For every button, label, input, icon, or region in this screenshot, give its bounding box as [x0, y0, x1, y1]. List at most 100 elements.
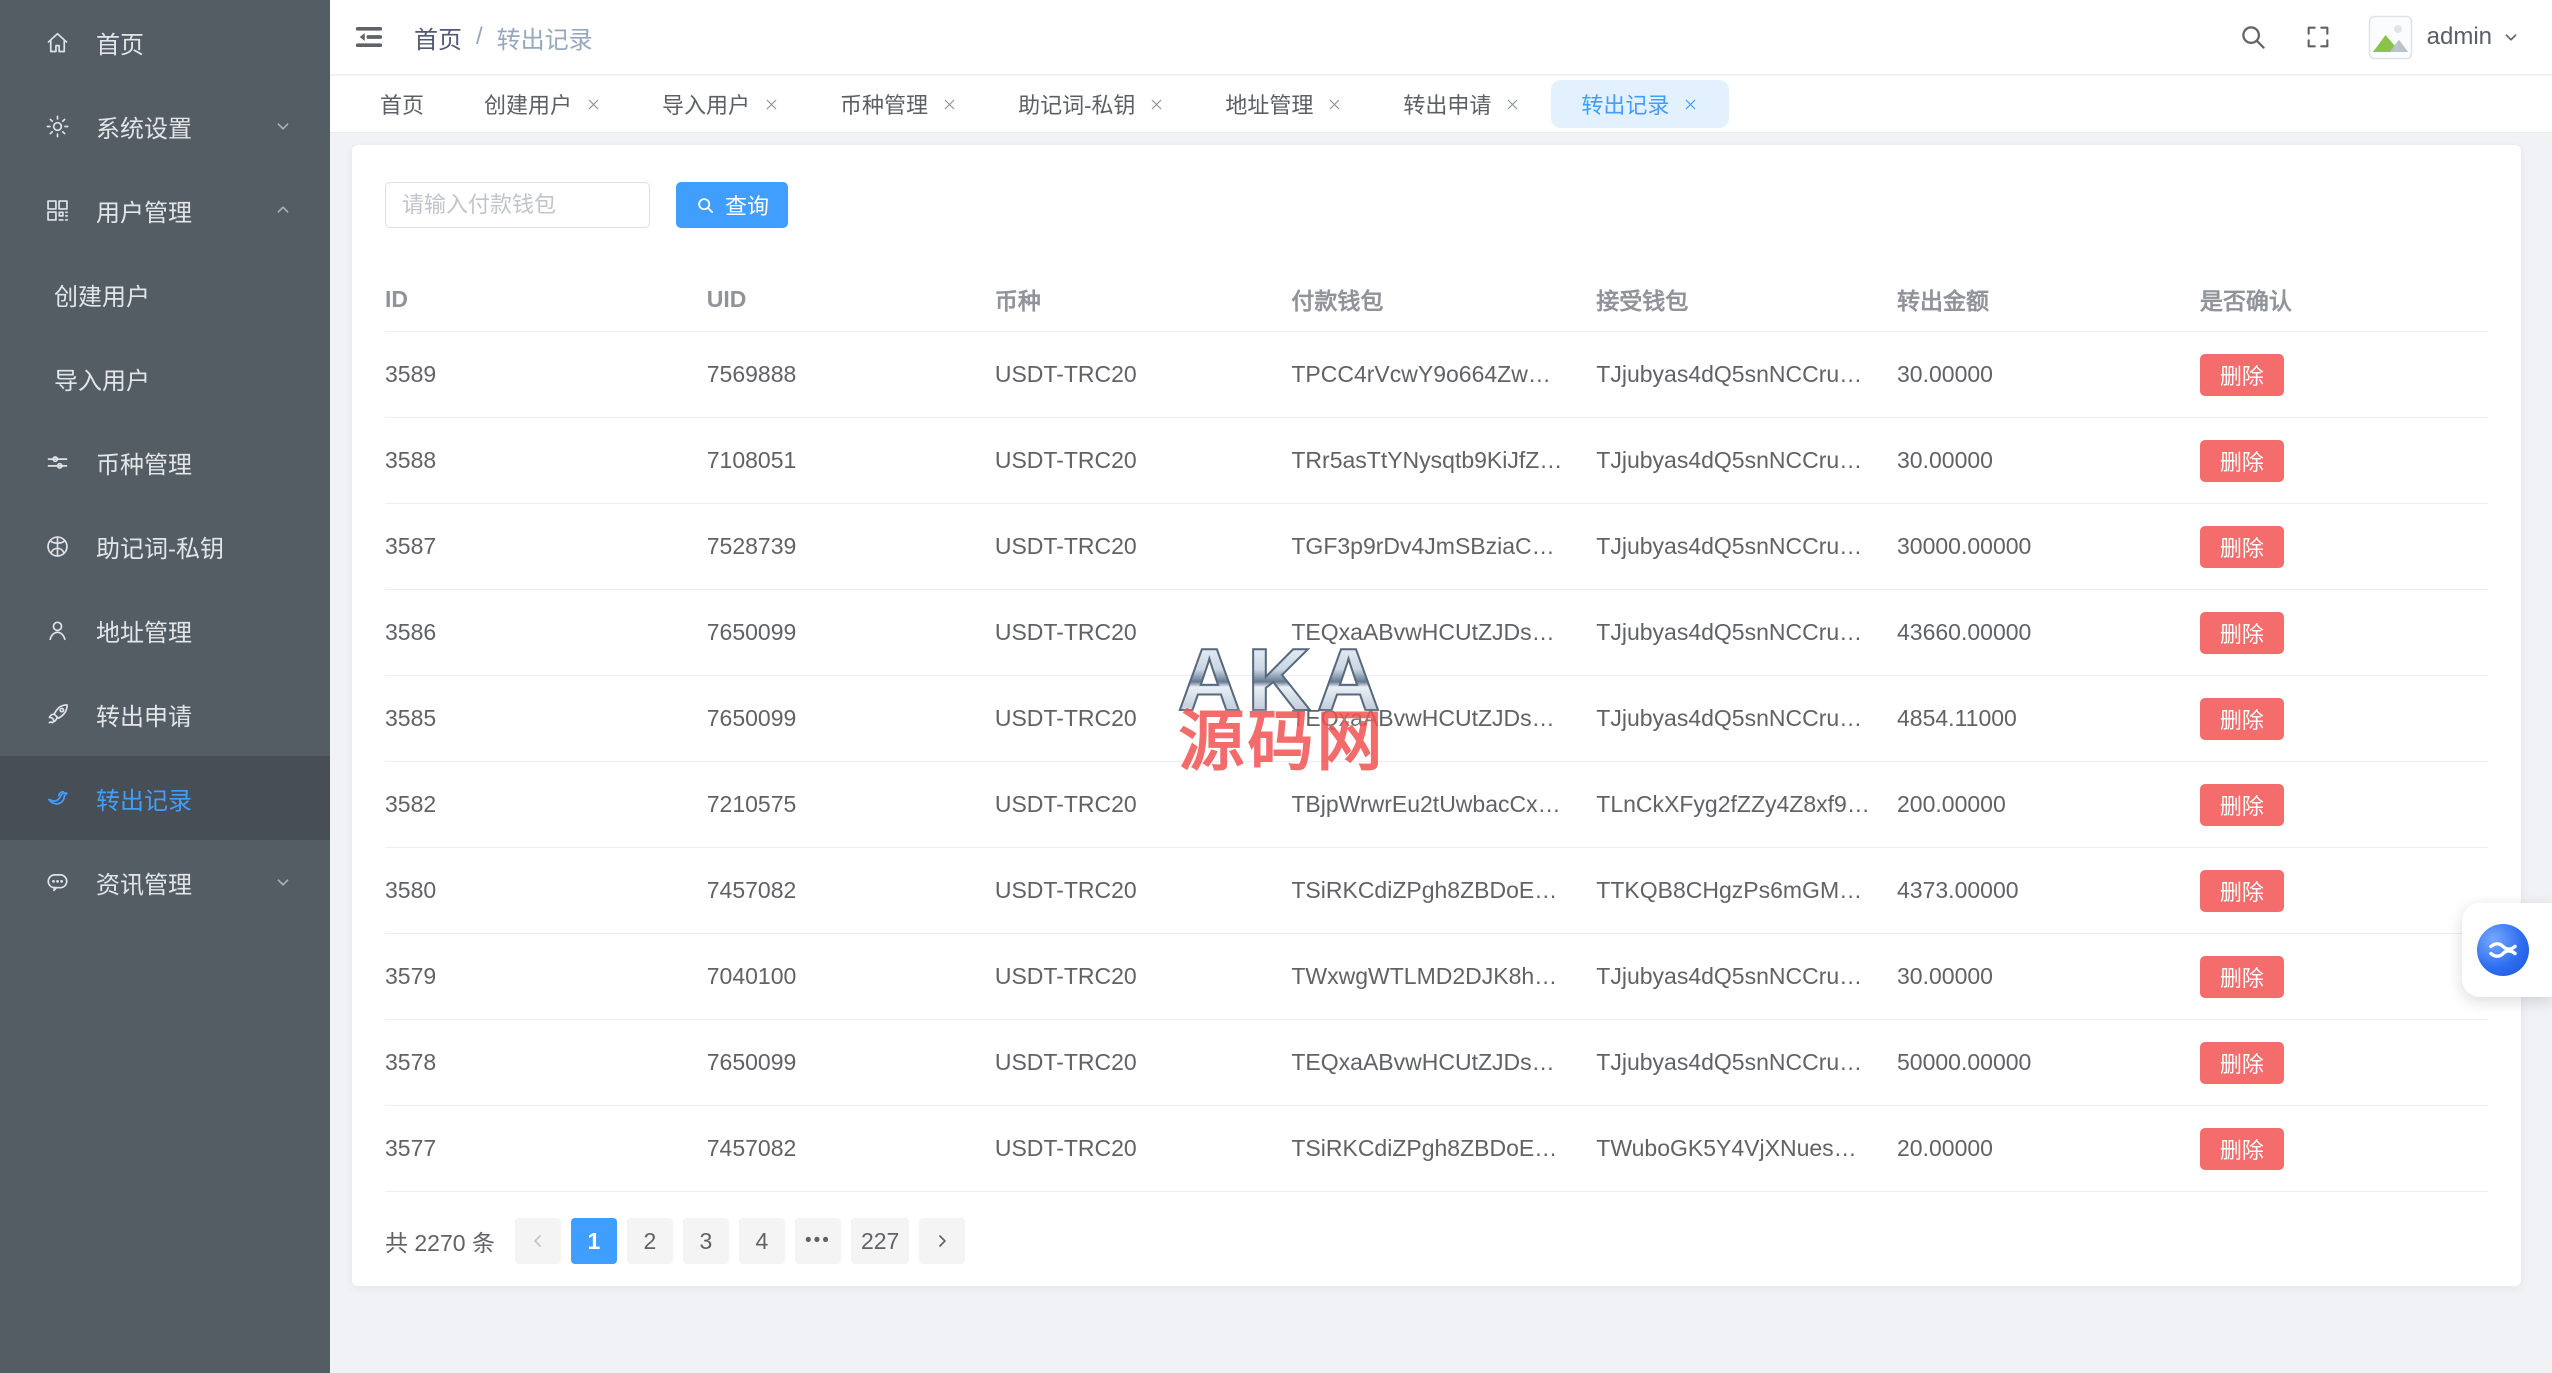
- floating-extension-widget[interactable]: [2462, 903, 2552, 997]
- tab-coin-management[interactable]: 币种管理: [810, 76, 988, 133]
- delete-button[interactable]: 删除: [2200, 870, 2284, 912]
- sidebar-item-news-management[interactable]: 资讯管理: [0, 840, 330, 924]
- pagination-more-button[interactable]: •••: [795, 1218, 841, 1264]
- tab-mnemonic-key[interactable]: 助记词-私钥: [988, 76, 1195, 133]
- pagination-page-227[interactable]: 227: [851, 1218, 909, 1264]
- header-actions: admin: [2202, 15, 2522, 60]
- delete-button[interactable]: 删除: [2200, 784, 2284, 826]
- close-icon[interactable]: [1148, 96, 1165, 113]
- pagination-next-button[interactable]: [919, 1218, 965, 1264]
- user-menu[interactable]: admin: [2427, 23, 2492, 51]
- cell-action: 删除: [2200, 354, 2488, 396]
- cell-uid: 7040100: [707, 963, 995, 990]
- close-icon[interactable]: [1504, 96, 1521, 113]
- tab-home[interactable]: 首页: [350, 76, 454, 133]
- close-icon[interactable]: [585, 96, 602, 113]
- cell-to-wallet: TJjubyas4dQ5snNCCru…: [1596, 361, 1897, 388]
- sidebar-item-label: 系统设置: [96, 109, 192, 144]
- table-row: 3586 7650099 USDT-TRC20 TEQxaABvwHCUtZJD…: [385, 590, 2488, 676]
- cell-action: 删除: [2200, 784, 2488, 826]
- collapse-menu-icon[interactable]: [352, 20, 386, 54]
- chevron-down-icon[interactable]: [2500, 26, 2522, 48]
- content-card: 查询 ID UID 币种 付款钱包 接受钱包 转出金额 是否确认 3589 75…: [352, 145, 2521, 1286]
- sidebar-item-transfer-records[interactable]: 转出记录: [0, 756, 330, 840]
- chevron-left-icon: [528, 1231, 548, 1251]
- pagination-page-4[interactable]: 4: [739, 1218, 785, 1264]
- query-button[interactable]: 查询: [676, 182, 788, 228]
- home-icon: [44, 29, 71, 56]
- sidebar-item-label: 转出记录: [96, 781, 192, 816]
- tab-create-user[interactable]: 创建用户: [454, 76, 632, 133]
- sidebar-item-home[interactable]: 首页: [0, 0, 330, 84]
- delete-button[interactable]: 删除: [2200, 612, 2284, 654]
- sidebar-item-system-settings[interactable]: 系统设置: [0, 84, 330, 168]
- cell-uid: 7457082: [707, 877, 995, 904]
- tab-label: 转出申请: [1403, 88, 1491, 120]
- cell-id: 3579: [385, 963, 707, 990]
- sidebar-item-mnemonic-key[interactable]: 助记词-私钥: [0, 504, 330, 588]
- tab-label: 转出记录: [1581, 88, 1669, 120]
- table-row: 3588 7108051 USDT-TRC20 TRr5asTtYNysqtb9…: [385, 418, 2488, 504]
- cell-id: 3586: [385, 619, 707, 646]
- breadcrumb: 首页 / 转出记录: [414, 20, 593, 55]
- close-icon[interactable]: [1326, 96, 1343, 113]
- cell-uid: 7650099: [707, 705, 995, 732]
- cell-to-wallet: TWuboGK5Y4VjXNues…: [1596, 1135, 1897, 1162]
- sidebar-item-import-user[interactable]: 导入用户: [0, 336, 330, 420]
- cell-id: 3578: [385, 1049, 707, 1076]
- delete-button[interactable]: 删除: [2200, 354, 2284, 396]
- sidebar-item-address-management[interactable]: 地址管理: [0, 588, 330, 672]
- tab-label: 首页: [380, 88, 424, 120]
- extension-logo-icon: [2477, 924, 2529, 976]
- cell-from-wallet: TEQxaABvwHCUtZJDs…: [1291, 1049, 1596, 1076]
- fullscreen-icon[interactable]: [2304, 23, 2332, 51]
- tab-transfer-request[interactable]: 转出申请: [1373, 76, 1551, 133]
- tab-label: 币种管理: [840, 88, 928, 120]
- column-header-confirm: 是否确认: [2200, 282, 2488, 316]
- sidebar: 首页 系统设置 用户管理 创建用户 导入用户 币种管理: [0, 0, 330, 1373]
- pagination-prev-button[interactable]: [515, 1218, 561, 1264]
- sidebar-item-user-management[interactable]: 用户管理: [0, 168, 330, 252]
- user-icon: [44, 617, 71, 644]
- delete-button[interactable]: 删除: [2200, 698, 2284, 740]
- qr-grid-icon: [44, 197, 71, 224]
- pagination-page-3[interactable]: 3: [683, 1218, 729, 1264]
- table-row: 3578 7650099 USDT-TRC20 TEQxaABvwHCUtZJD…: [385, 1020, 2488, 1106]
- table-row: 3587 7528739 USDT-TRC20 TGF3p9rDv4JmSBzi…: [385, 504, 2488, 590]
- bird-icon: [44, 785, 71, 812]
- sidebar-item-coin-management[interactable]: 币种管理: [0, 420, 330, 504]
- top-header: 首页 / 转出记录 admin: [330, 0, 2552, 75]
- delete-button[interactable]: 删除: [2200, 1042, 2284, 1084]
- breadcrumb-home-link[interactable]: 首页: [414, 20, 462, 55]
- gear-icon: [44, 113, 71, 140]
- cell-amount: 50000.00000: [1897, 1049, 2200, 1076]
- delete-button[interactable]: 删除: [2200, 956, 2284, 998]
- cell-from-wallet: TSiRKCdiZPgh8ZBDoE…: [1291, 1135, 1596, 1162]
- delete-button[interactable]: 删除: [2200, 526, 2284, 568]
- sidebar-item-transfer-request[interactable]: 转出申请: [0, 672, 330, 756]
- pagination-page-2[interactable]: 2: [627, 1218, 673, 1264]
- cell-to-wallet: TJjubyas4dQ5snNCCru…: [1596, 1049, 1897, 1076]
- cell-to-wallet: TLnCkXFyg2fZZy4Z8xf9…: [1596, 791, 1897, 818]
- tab-transfer-records[interactable]: 转出记录: [1551, 80, 1729, 128]
- cell-id: 3580: [385, 877, 707, 904]
- column-header-to-wallet: 接受钱包: [1596, 282, 1897, 316]
- payment-wallet-search-input[interactable]: [385, 182, 650, 228]
- close-icon[interactable]: [1682, 96, 1699, 113]
- delete-button[interactable]: 删除: [2200, 440, 2284, 482]
- close-icon[interactable]: [941, 96, 958, 113]
- tab-address-management[interactable]: 地址管理: [1195, 76, 1373, 133]
- avatar[interactable]: [2368, 15, 2413, 60]
- search-icon[interactable]: [2238, 22, 2268, 52]
- delete-button[interactable]: 删除: [2200, 1128, 2284, 1170]
- sidebar-item-label: 助记词-私钥: [96, 529, 224, 564]
- close-icon[interactable]: [763, 96, 780, 113]
- cell-from-wallet: TRr5asTtYNysqtb9KiJfZ…: [1291, 447, 1596, 474]
- cell-to-wallet: TJjubyas4dQ5snNCCru…: [1596, 963, 1897, 990]
- tab-import-user[interactable]: 导入用户: [632, 76, 810, 133]
- cell-from-wallet: TPCC4rVcwY9o664Zw…: [1291, 361, 1596, 388]
- chevron-down-icon: [272, 115, 294, 137]
- sidebar-item-label: 地址管理: [96, 613, 192, 648]
- pagination-page-1[interactable]: 1: [571, 1218, 617, 1264]
- sidebar-item-create-user[interactable]: 创建用户: [0, 252, 330, 336]
